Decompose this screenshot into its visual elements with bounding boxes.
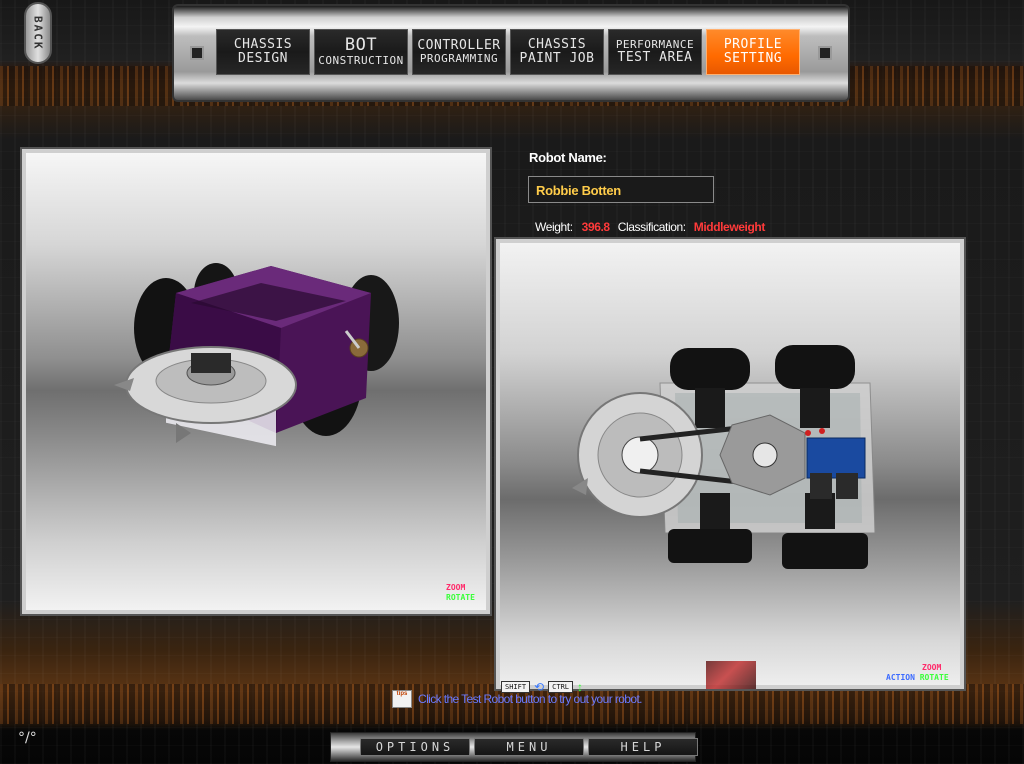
nav-profile-setting-button[interactable]: PROFILE SETTING (706, 29, 800, 75)
back-button[interactable]: BACK (24, 2, 52, 64)
help-button[interactable]: HELP (588, 738, 698, 756)
action-zoom-rotate-legend: ZOOM ACTION ROTATE (886, 663, 949, 683)
nav-label-line1: CHASSIS (527, 37, 587, 53)
nav-label-line1: BOT (344, 35, 378, 56)
classification-label: Classification: (617, 220, 686, 234)
legend-rotate: ROTATE (446, 593, 475, 602)
nav-label-line1: CHASSIS (233, 37, 293, 53)
legend-zoom: ZOOM (922, 663, 942, 672)
nav-chassis-design-button[interactable]: CHASSIS DESIGN (216, 29, 310, 75)
tips-icon: tips (392, 690, 412, 708)
nav-label-line2: PROGRAMMING (419, 52, 499, 66)
legend-rotate: ROTATE (919, 673, 949, 682)
robot-3d-preview-panel[interactable]: ZOOM ROTATE (20, 147, 492, 616)
options-button[interactable]: OPTIONS (360, 738, 470, 756)
robot-topdown-preview-panel[interactable]: ZOOM ACTION ROTATE (494, 237, 966, 691)
nav-frame-bolt (818, 46, 832, 60)
nav-label-line1: PROFILE (723, 37, 783, 53)
nav-label-line2: SETTING (723, 51, 783, 66)
bottom-menu: OPTIONS MENU HELP (360, 738, 702, 756)
back-button-label: BACK (31, 15, 45, 51)
main-nav: CHASSIS DESIGN BOT CONSTRUCTION CONTROLL… (216, 29, 800, 75)
nav-bot-construction-button[interactable]: BOT CONSTRUCTION (314, 29, 408, 75)
classification-value: Middleweight (693, 220, 766, 234)
nav-controller-programming-button[interactable]: CONTROLLER PROGRAMMING (412, 29, 506, 75)
robot-name-label: Robot Name: (529, 150, 607, 165)
nav-label-line2: DESIGN (238, 51, 288, 66)
nav-label-line2: TEST AREA (617, 49, 693, 65)
legend-zoom: ZOOM (446, 583, 466, 592)
nav-frame-bolt (190, 46, 204, 60)
zoom-rotate-legend: ZOOM ROTATE (446, 583, 475, 603)
robot-thumbnail (706, 661, 756, 689)
tip-text: Click the Test Robot button to try out y… (418, 692, 643, 706)
tip-bar: tips Click the Test Robot button to try … (392, 690, 643, 708)
weight-value: 396.8 (581, 220, 610, 234)
nav-label-line1: CONTROLLER (417, 38, 501, 54)
nav-label-line2: CONSTRUCTION (318, 54, 404, 68)
legend-action: ACTION (886, 673, 915, 682)
robot-3d-model (114, 263, 399, 447)
loading-spinner-icon: °/° (18, 730, 37, 746)
nav-chassis-paint-job-button[interactable]: CHASSIS PAINT JOB (510, 29, 604, 75)
robot-stats: Weight: 396.8 Classification: Middleweig… (535, 220, 765, 234)
robot-topdown-model (572, 345, 876, 569)
weight-label: Weight: (535, 220, 573, 234)
robot-name-input[interactable]: Robbie Botten (528, 176, 714, 203)
nav-label-line2: PAINT JOB (519, 51, 595, 66)
menu-button[interactable]: MENU (474, 738, 584, 756)
nav-performance-test-area-button[interactable]: PERFORMANCE TEST AREA (608, 29, 702, 75)
